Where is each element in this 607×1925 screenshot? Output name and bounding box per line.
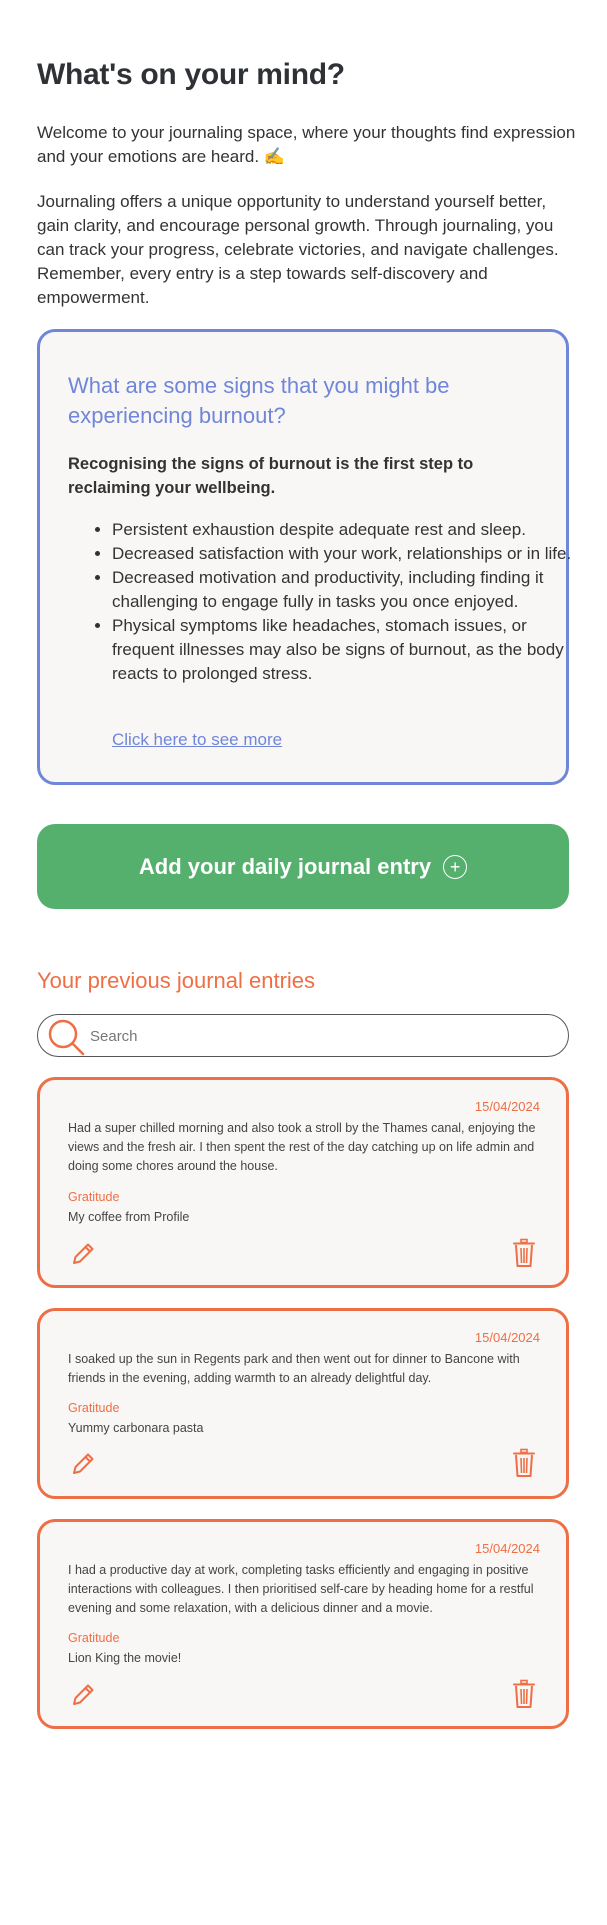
trash-icon[interactable]: [512, 1238, 536, 1273]
journal-entry-card: 15/04/2024 Had a super chilled morning a…: [37, 1077, 569, 1288]
entry-text: Had a super chilled morning and also too…: [68, 1121, 536, 1173]
page-title: What's on your mind?: [37, 58, 345, 91]
search-bar: [37, 1014, 569, 1057]
entry-text: I soaked up the sun in Regents park and …: [68, 1352, 520, 1385]
gratitude-value: Yummy carbonara pasta: [68, 1421, 204, 1435]
gratitude-label: Gratitude: [68, 1401, 120, 1415]
intro-text: Welcome to your journaling space, where …: [37, 123, 576, 166]
trash-icon[interactable]: [512, 1448, 536, 1483]
search-input[interactable]: [88, 1023, 552, 1049]
add-journal-entry-label: Add your daily journal entry: [138, 853, 432, 879]
burnout-sign: Persistent exhaustion despite adequate r…: [112, 518, 582, 542]
search-icon: [46, 1017, 86, 1062]
burnout-signs-list: Persistent exhaustion despite adequate r…: [68, 518, 582, 686]
gratitude-value: Lion King the movie!: [68, 1651, 182, 1665]
journal-page: What's on your mind? Welcome to your jou…: [0, 0, 607, 1925]
burnout-sign: Decreased satisfaction with your work, r…: [112, 542, 582, 566]
journal-entry-card: 15/04/2024 I soaked up the sun in Regent…: [37, 1308, 569, 1499]
gratitude-label: Gratitude: [68, 1631, 120, 1645]
burnout-info-card: What are some signs that you might be ex…: [37, 329, 571, 785]
pencil-icon[interactable]: [70, 1682, 96, 1713]
burnout-question: What are some signs that you might be ex…: [68, 373, 450, 428]
entry-date: 15/04/2024: [474, 1541, 540, 1556]
description-text: Journaling offers a unique opportunity t…: [37, 192, 559, 307]
plus-circle-icon: +: [443, 854, 468, 879]
burnout-sign: Physical symptoms like headaches, stomac…: [112, 614, 582, 686]
trash-icon[interactable]: [512, 1679, 536, 1714]
entry-date: 15/04/2024: [474, 1330, 540, 1345]
burnout-sign: Decreased motivation and productivity, i…: [112, 566, 582, 614]
pencil-icon[interactable]: [70, 1451, 96, 1482]
entry-date: 15/04/2024: [474, 1099, 540, 1114]
gratitude-label: Gratitude: [68, 1190, 120, 1204]
journal-entry-card: 15/04/2024 I had a productive day at wor…: [37, 1519, 569, 1729]
see-more-link[interactable]: Click here to see more: [112, 730, 282, 750]
add-journal-entry-button[interactable]: Add your daily journal entry +: [37, 824, 569, 909]
pencil-icon[interactable]: [70, 1241, 96, 1272]
burnout-lead: Recognising the signs of burnout is the …: [68, 455, 474, 497]
gratitude-value: My coffee from Profile: [68, 1210, 190, 1224]
entry-text: I had a productive day at work, completi…: [68, 1563, 534, 1615]
previous-entries-title: Your previous journal entries: [37, 968, 316, 993]
